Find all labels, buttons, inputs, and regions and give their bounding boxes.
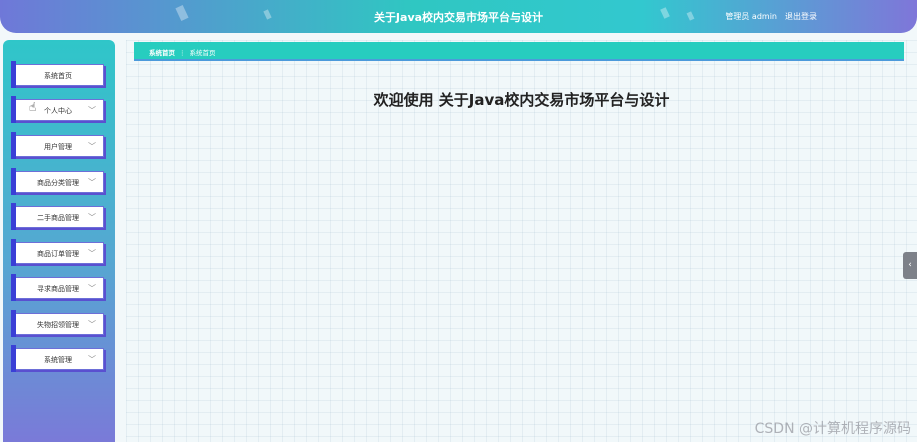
chevron-down-icon: ﹀ (88, 355, 96, 364)
sidebar-item-wanted-management[interactable]: 寻求商品管理 ﹀ (11, 274, 104, 301)
sidebar-item-category-management[interactable]: 商品分类管理 ﹀ (11, 168, 104, 195)
sidebar-item-lost-found-management[interactable]: 失物招领管理 ﹀ (11, 310, 104, 337)
current-user: 管理员 admin (725, 12, 777, 21)
watermark: CSDN @计算机程序源码 (754, 421, 911, 437)
welcome-heading: 欢迎使用 关于Java校内交易市场平台与设计 (373, 91, 670, 109)
chevron-down-icon: ﹀ (88, 213, 96, 222)
sidebar: 系统首页 个人中心 ﹀ 用户管理 ﹀ 商品分类管理 ﹀ 二手商品管理 ﹀ 商品订… (3, 40, 115, 442)
user-area: 管理员 admin 退出登录 (725, 11, 817, 22)
main-content: 系统首页 ⋮ 系统首页 欢迎使用 关于Java校内交易市场平台与设计 ‹ CSDN … (126, 40, 917, 442)
chevron-down-icon: ﹀ (88, 178, 96, 187)
chevron-down-icon: ﹀ (88, 142, 96, 151)
chevron-down-icon: ﹀ (88, 106, 96, 115)
chevron-left-icon[interactable]: ‹ (903, 252, 917, 279)
hand-cursor-icon: ☝ (29, 100, 37, 114)
sidebar-item-order-management[interactable]: 商品订单管理 ﹀ (11, 239, 104, 266)
top-header: 关于Java校内交易市场平台与设计 管理员 admin 退出登录 (0, 0, 917, 33)
logout-link[interactable]: 退出登录 (785, 11, 817, 22)
chevron-down-icon: ﹀ (88, 320, 96, 329)
sidebar-item-secondhand-management[interactable]: 二手商品管理 ﹀ (11, 203, 104, 230)
chevron-down-icon: ﹀ (88, 284, 96, 293)
sidebar-item-user-management[interactable]: 用户管理 ﹀ (11, 132, 104, 159)
breadcrumb-separator: ⋮ (179, 49, 186, 57)
breadcrumb-home[interactable]: 系统首页 (149, 49, 175, 57)
sidebar-item-personal-center[interactable]: 个人中心 ﹀ (11, 96, 104, 123)
chevron-down-icon: ﹀ (88, 249, 96, 258)
sidebar-item-system-management[interactable]: 系统管理 ﹀ (11, 345, 104, 372)
sidebar-item-home[interactable]: 系统首页 (11, 61, 104, 88)
breadcrumb-current: 系统首页 (189, 49, 216, 57)
sidebar-item-label: 系统首页 (44, 72, 72, 80)
breadcrumb: 系统首页 ⋮ 系统首页 (134, 42, 904, 61)
